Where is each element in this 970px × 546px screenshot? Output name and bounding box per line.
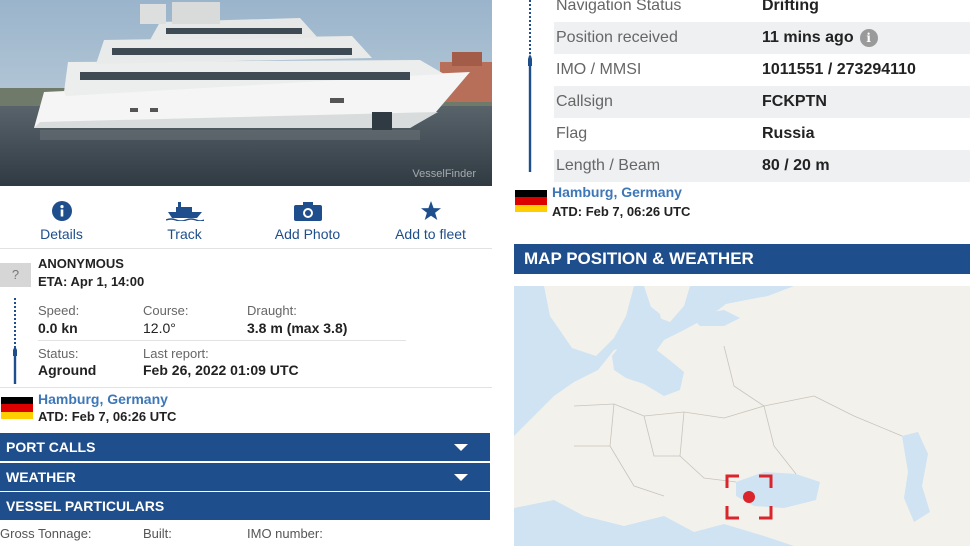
details-label: Details xyxy=(40,226,83,242)
table-cell-value: Drifting xyxy=(762,0,819,14)
table-row: Callsign FCKPTN xyxy=(554,86,970,118)
speed-value: 0.0 kn xyxy=(38,320,78,336)
info-icon xyxy=(51,200,72,222)
vessel-details-panel: Navigation Status Drifting Position rece… xyxy=(508,0,970,546)
table-row: Length / Beam 80 / 20 m xyxy=(554,150,970,182)
chevron-down-icon xyxy=(454,444,468,451)
divider xyxy=(0,387,492,388)
departure-atd: ATD: Feb 7, 06:26 UTC xyxy=(552,204,691,219)
add-to-fleet-label: Add to fleet xyxy=(395,226,466,242)
photo-watermark: VesselFinder xyxy=(412,168,476,180)
status-label: Status: xyxy=(38,346,79,361)
voyage-progress-icon xyxy=(13,298,17,384)
germany-flag-icon xyxy=(1,397,33,419)
speed-label: Speed: xyxy=(38,303,80,318)
table-cell-label: IMO / MMSI xyxy=(556,61,642,78)
flag-stripe-red xyxy=(1,404,33,412)
vessel-photo[interactable]: VesselFinder xyxy=(0,0,492,186)
track-label: Track xyxy=(167,226,202,242)
details-button[interactable]: Details xyxy=(0,192,123,246)
table-cell-value: 11 mins ago i xyxy=(762,29,970,47)
table-cell-label: Navigation Status xyxy=(556,0,682,14)
table-cell-value: 80 / 20 m xyxy=(762,157,830,174)
vessel-details-table: Navigation Status Drifting Position rece… xyxy=(554,0,970,182)
voyage-progress-icon xyxy=(528,0,532,172)
vessel-particulars-title: VESSEL PARTICULARS xyxy=(6,498,165,514)
imo-number-label: IMO number: xyxy=(247,526,323,541)
departure-port-link[interactable]: Hamburg, Germany xyxy=(38,391,168,407)
add-to-fleet-button[interactable]: Add to fleet xyxy=(369,192,492,246)
gross-tonnage-label: Gross Tonnage: xyxy=(0,526,92,541)
departure-port-link[interactable]: Hamburg, Germany xyxy=(552,184,682,200)
port-calls-title: PORT CALLS xyxy=(6,439,96,455)
flag-stripe-red xyxy=(515,197,547,205)
camera-icon xyxy=(293,200,322,222)
flag-stripe-gold xyxy=(515,204,547,212)
table-row: Flag Russia xyxy=(554,118,970,150)
destination-eta: ETA: Apr 1, 14:00 xyxy=(38,274,145,289)
course-value: 12.0° xyxy=(143,320,176,336)
table-cell-label: Callsign xyxy=(556,93,613,110)
flag-stripe-gold xyxy=(1,411,33,419)
table-cell-value: Russia xyxy=(762,125,815,142)
destination-block: ? ANONYMOUS ETA: Apr 1, 14:00 xyxy=(0,254,492,294)
course-label: Course: xyxy=(143,303,189,318)
draught-label: Draught: xyxy=(247,303,297,318)
flag-stripe-black xyxy=(1,397,33,405)
vessel-position-marker[interactable] xyxy=(725,474,773,520)
built-label: Built: xyxy=(143,526,172,541)
map-position-weather-header: MAP POSITION & WEATHER xyxy=(514,244,970,274)
ship-icon xyxy=(165,200,204,222)
position-map[interactable] xyxy=(514,286,970,546)
port-calls-section[interactable]: PORT CALLS xyxy=(0,433,490,461)
unknown-port-icon: ? xyxy=(0,263,31,287)
add-photo-label: Add Photo xyxy=(274,226,341,242)
divider xyxy=(38,340,406,341)
table-row: Navigation Status Drifting xyxy=(554,0,970,22)
table-cell-label: Flag xyxy=(556,125,588,142)
add-photo-button[interactable]: Add Photo xyxy=(246,192,369,246)
position-received-value: 11 mins ago xyxy=(762,29,854,46)
flag-stripe-black xyxy=(515,190,547,198)
table-cell-label: Length / Beam xyxy=(556,157,661,174)
departure-atd: ATD: Feb 7, 06:26 UTC xyxy=(38,409,177,424)
divider xyxy=(0,248,492,249)
yacht-image xyxy=(0,0,492,186)
weather-section[interactable]: WEATHER xyxy=(0,463,490,491)
status-value: Aground xyxy=(38,362,97,378)
vessel-particulars-section[interactable]: VESSEL PARTICULARS xyxy=(0,492,490,520)
table-cell-value: FCKPTN xyxy=(762,93,827,110)
table-row: IMO / MMSI 1011551 / 273294110 xyxy=(554,54,970,86)
weather-title: WEATHER xyxy=(6,469,76,485)
track-button[interactable]: Track xyxy=(123,192,246,246)
vessel-summary-panel: VesselFinder Details Track Add Photo Add… xyxy=(0,0,492,546)
star-icon xyxy=(420,200,442,222)
chevron-down-icon xyxy=(454,474,468,481)
destination-name[interactable]: ANONYMOUS xyxy=(38,256,124,271)
table-cell-label: Position received xyxy=(556,29,678,46)
info-icon[interactable]: i xyxy=(859,29,878,47)
table-row: Position received 11 mins ago i xyxy=(554,22,970,54)
draught-value: 3.8 m (max 3.8) xyxy=(247,320,348,336)
last-report-label: Last report: xyxy=(143,346,209,361)
vessel-actions: Details Track Add Photo Add to fleet xyxy=(0,192,492,246)
last-report-value: Feb 26, 2022 01:09 UTC xyxy=(143,362,299,378)
germany-flag-icon xyxy=(515,190,547,212)
table-cell-value: 1011551 / 273294110 xyxy=(762,61,916,78)
